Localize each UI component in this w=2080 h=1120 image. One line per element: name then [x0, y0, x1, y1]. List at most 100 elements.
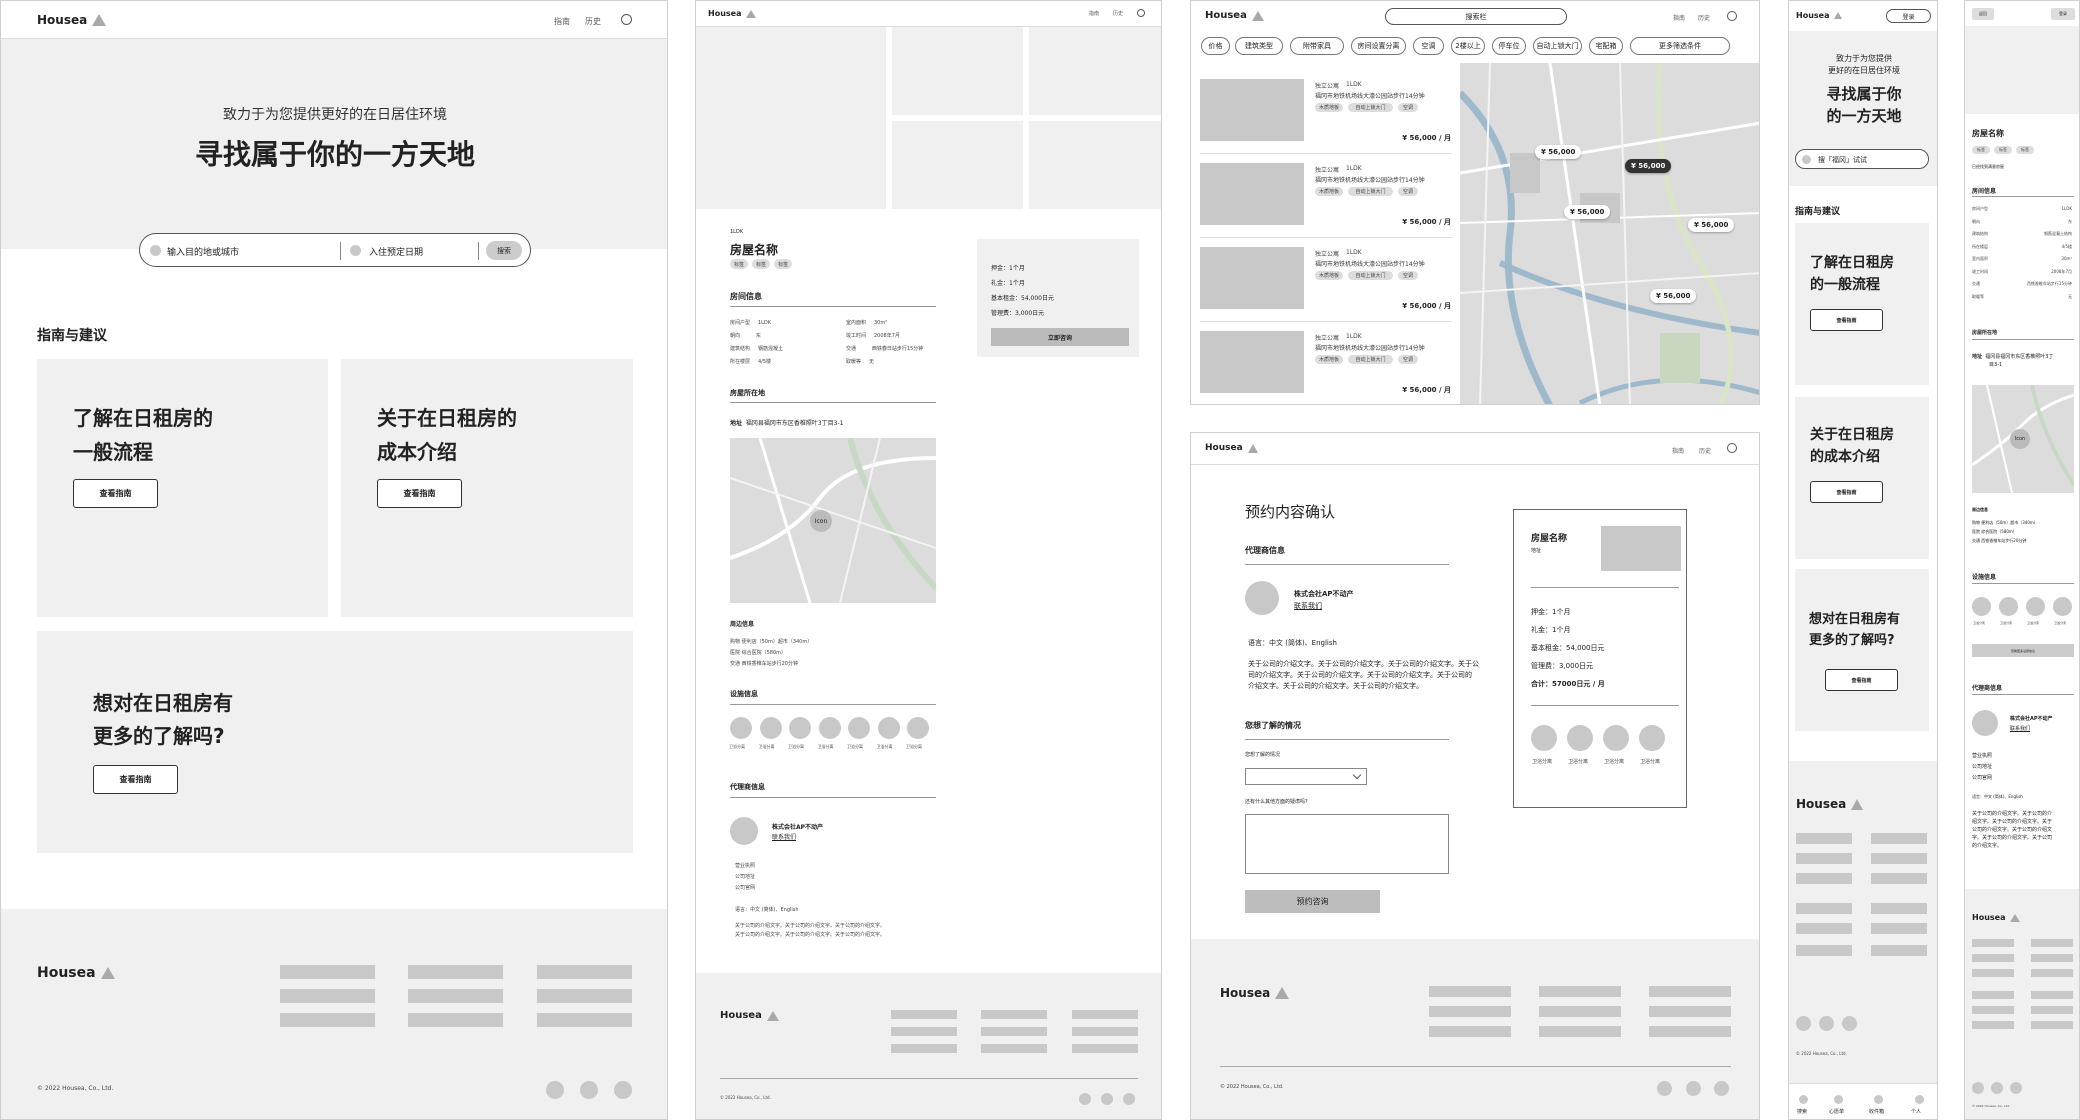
logo[interactable]: Housea — [1205, 10, 1264, 21]
footer-link[interactable] — [537, 989, 632, 1003]
gallery-thumb[interactable] — [1029, 121, 1161, 209]
globe-icon[interactable] — [1727, 11, 1737, 21]
footer-link[interactable] — [1072, 1010, 1138, 1019]
gallery-thumb[interactable] — [1029, 27, 1161, 115]
footer-link[interactable] — [537, 1013, 632, 1027]
filter-chip[interactable]: 更多筛选条件 — [1630, 37, 1730, 55]
footer-link[interactable] — [1871, 833, 1927, 844]
filter-chip[interactable]: 停车位 — [1492, 37, 1526, 55]
footer-link[interactable] — [1972, 939, 2014, 947]
location-map[interactable]: Icon — [1972, 385, 2074, 493]
search-bar[interactable]: 搜「福冈」试试 — [1795, 149, 1929, 169]
map-price-pin[interactable]: ¥ 56,000 — [1564, 205, 1611, 219]
globe-icon[interactable] — [1727, 443, 1737, 453]
listing-thumbnail[interactable] — [1200, 247, 1304, 309]
logo[interactable]: Housea — [1205, 443, 1258, 453]
footer-link[interactable] — [1649, 986, 1731, 997]
login-button[interactable]: 登录 — [1886, 9, 1931, 23]
footer-link[interactable] — [1972, 1006, 2014, 1014]
social-icon[interactable] — [1714, 1081, 1729, 1096]
view-guide-button[interactable]: 查看指南 — [73, 479, 158, 508]
footer-link[interactable] — [981, 1044, 1047, 1053]
consult-button[interactable]: 立即咨询 — [991, 328, 1129, 346]
view-guide-button[interactable]: 查看指南 — [377, 479, 462, 508]
footer-link[interactable] — [280, 1013, 375, 1027]
globe-icon[interactable] — [621, 14, 632, 25]
footer-link[interactable] — [2031, 969, 2073, 977]
footer-link[interactable] — [1429, 1006, 1511, 1017]
social-icon[interactable] — [1686, 1081, 1701, 1096]
footer-link[interactable] — [981, 1010, 1047, 1019]
view-guide-button[interactable]: 查看指南 — [93, 765, 178, 794]
nav-guide[interactable]: 指南 — [554, 16, 570, 27]
tab-profile[interactable]: 个人 — [1911, 1108, 1921, 1115]
map-price-pin-selected[interactable]: ¥ 56,000 — [1625, 159, 1672, 173]
social-icon[interactable] — [1819, 1016, 1834, 1031]
filter-chip[interactable]: 建筑类型 — [1235, 37, 1283, 55]
login-button[interactable]: 登录 — [2051, 8, 2075, 20]
footer-link[interactable] — [1539, 986, 1621, 997]
other-textarea[interactable] — [1245, 814, 1449, 874]
social-icon[interactable] — [1796, 1016, 1811, 1031]
footer-link[interactable] — [891, 1044, 957, 1053]
footer-link[interactable] — [2031, 939, 2073, 947]
footer-link[interactable] — [1871, 873, 1927, 884]
footer-link[interactable] — [2031, 1021, 2073, 1029]
map-marker-icon[interactable]: Icon — [810, 510, 832, 532]
listing-thumbnail[interactable] — [1200, 331, 1304, 393]
filter-chip[interactable]: 价格 — [1201, 37, 1230, 55]
contact-link[interactable]: 联系我们 — [2010, 725, 2030, 732]
footer-link[interactable] — [2031, 1006, 2073, 1014]
gallery-main[interactable] — [1965, 26, 2079, 114]
footer-link[interactable] — [1972, 969, 2014, 977]
social-icon[interactable] — [1079, 1093, 1091, 1105]
inbox-icon[interactable] — [1874, 1095, 1883, 1104]
map-price-pin[interactable]: ¥ 56,000 — [1535, 145, 1582, 159]
view-guide-button[interactable]: 查看指南 — [1810, 309, 1883, 331]
nav-guide[interactable]: 指南 — [1673, 13, 1685, 22]
gallery-thumb[interactable] — [892, 121, 1023, 209]
social-icon[interactable] — [546, 1081, 564, 1099]
social-icon[interactable] — [580, 1081, 598, 1099]
footer-link[interactable] — [1649, 1026, 1731, 1037]
filter-chip[interactable]: 自动上锁大门 — [1533, 37, 1582, 55]
footer-link[interactable] — [1871, 945, 1927, 956]
more-facility-button[interactable]: 查看更多设施信息 — [1972, 644, 2074, 657]
logo[interactable]: Housea — [37, 13, 107, 27]
footer-link[interactable] — [1871, 923, 1927, 934]
social-icon[interactable] — [1972, 1082, 1984, 1094]
footer-link[interactable] — [891, 1010, 957, 1019]
location-map[interactable]: Icon — [730, 438, 936, 603]
map-marker-icon[interactable]: Icon — [2010, 429, 2030, 449]
footer-link[interactable] — [408, 989, 503, 1003]
heart-icon[interactable] — [1834, 1095, 1843, 1104]
listing-thumbnail[interactable] — [1200, 163, 1304, 225]
footer-link[interactable] — [1649, 1006, 1731, 1017]
filter-chip[interactable]: 附带家具 — [1290, 37, 1344, 55]
destination-input[interactable]: 输入目的地或城市 — [167, 245, 239, 258]
footer-link[interactable] — [1429, 986, 1511, 997]
contact-link[interactable]: 联系我们 — [1294, 601, 1322, 611]
filter-chip[interactable]: 空调 — [1413, 37, 1444, 55]
search-button[interactable]: 搜索 — [486, 241, 522, 260]
social-icon[interactable] — [1123, 1093, 1135, 1105]
tab-inbox[interactable]: 收件箱 — [1869, 1108, 1884, 1115]
results-map[interactable]: ¥ 56,000 ¥ 56,000 ¥ 56,000 ¥ 56,000 ¥ 56… — [1460, 63, 1759, 404]
nav-history[interactable]: 历史 — [1698, 13, 1710, 22]
footer-link[interactable] — [1429, 1026, 1511, 1037]
footer-link[interactable] — [891, 1027, 957, 1036]
filter-chip[interactable]: 宅配箱 — [1589, 37, 1623, 55]
nav-history[interactable]: 历史 — [1113, 10, 1123, 17]
social-icon[interactable] — [1842, 1016, 1857, 1031]
footer-link[interactable] — [1072, 1044, 1138, 1053]
contact-link[interactable]: 联系我们 — [772, 832, 796, 841]
footer-link[interactable] — [1072, 1027, 1138, 1036]
footer-link[interactable] — [1796, 873, 1852, 884]
footer-link[interactable] — [1796, 923, 1852, 934]
footer-link[interactable] — [981, 1027, 1047, 1036]
tab-wishlist[interactable]: 心愿单 — [1829, 1108, 1844, 1115]
date-input[interactable]: 入住预定日期 — [369, 245, 423, 258]
map-price-pin[interactable]: ¥ 56,000 — [1688, 218, 1735, 232]
footer-link[interactable] — [1972, 954, 2014, 962]
filter-chip[interactable]: 房间设置分离 — [1351, 37, 1406, 55]
